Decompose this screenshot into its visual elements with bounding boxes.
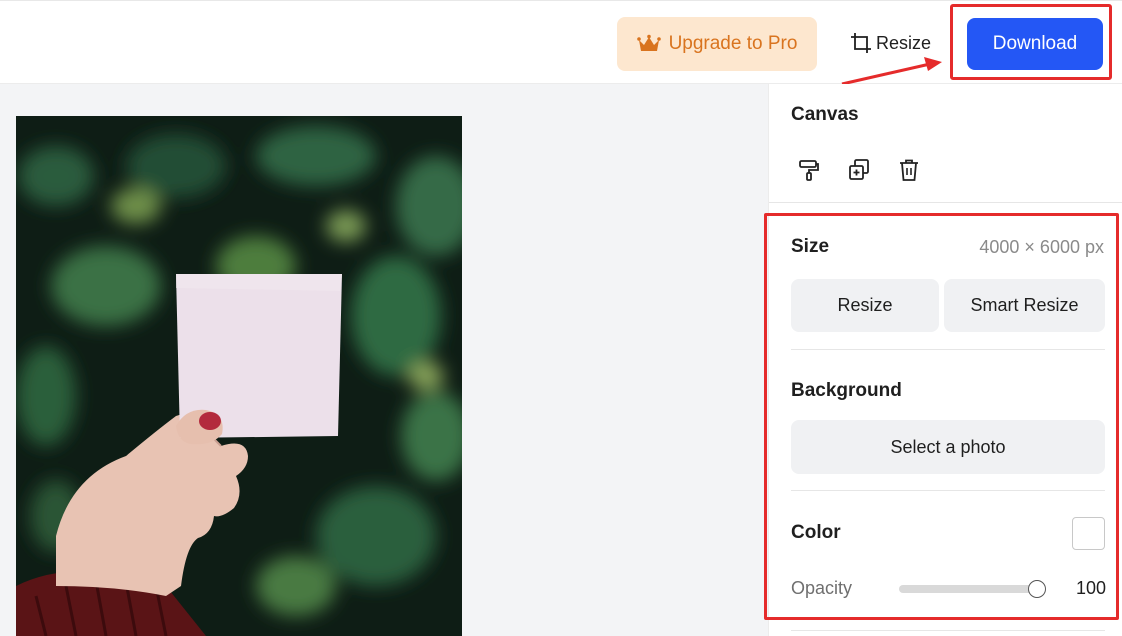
opacity-slider[interactable] bbox=[899, 580, 1046, 598]
size-label: Size bbox=[791, 236, 830, 257]
resize-toolbar-label: Resize bbox=[876, 32, 932, 53]
smart-resize-button[interactable]: Smart Resize bbox=[944, 279, 1105, 332]
color-label: Color bbox=[791, 522, 841, 543]
paint-roller-icon[interactable] bbox=[795, 156, 823, 184]
select-photo-button[interactable]: Select a photo bbox=[791, 420, 1105, 474]
crown-icon bbox=[636, 34, 661, 51]
section-divider bbox=[791, 349, 1105, 350]
opacity-label: Opacity bbox=[791, 578, 853, 598]
resize-button[interactable]: Resize bbox=[791, 279, 939, 332]
upgrade-to-pro-button[interactable]: Upgrade to Pro bbox=[617, 17, 817, 71]
download-button[interactable]: Download bbox=[967, 18, 1103, 70]
section-divider bbox=[791, 630, 1105, 631]
size-value: 4000 × 6000 px bbox=[979, 237, 1104, 257]
trash-icon[interactable] bbox=[895, 156, 923, 184]
panel-divider bbox=[769, 202, 1122, 203]
hand-holding-note-image bbox=[16, 116, 462, 636]
opacity-value: 100 bbox=[1075, 578, 1106, 598]
section-divider bbox=[791, 490, 1105, 491]
canvas-photo[interactable] bbox=[16, 116, 462, 636]
canvas-tool-row bbox=[795, 156, 923, 184]
panel-title: Canvas bbox=[791, 104, 859, 125]
properties-panel: Canvas Size 4000 × 6000 px Resize Smart … bbox=[768, 84, 1122, 636]
duplicate-icon[interactable] bbox=[845, 156, 873, 184]
opacity-slider-thumb[interactable] bbox=[1028, 580, 1046, 598]
canvas-workspace bbox=[0, 84, 768, 636]
resize-toolbar-button[interactable]: Resize bbox=[850, 23, 931, 63]
background-label: Background bbox=[791, 380, 902, 401]
upgrade-label: Upgrade to Pro bbox=[668, 33, 798, 54]
color-swatch[interactable] bbox=[1072, 517, 1105, 550]
top-toolbar: Upgrade to Pro Resize Download bbox=[0, 0, 1122, 84]
crop-icon bbox=[851, 33, 871, 53]
